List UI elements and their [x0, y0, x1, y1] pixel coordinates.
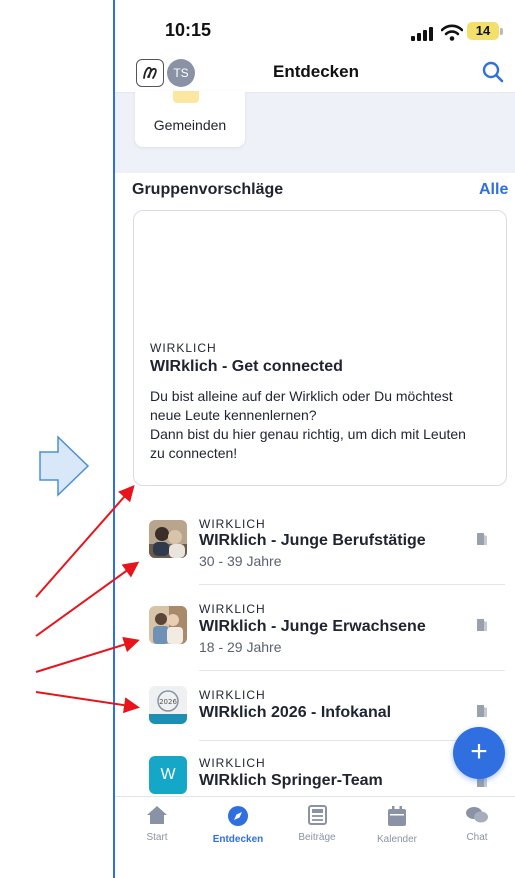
status-bar: 10:15 14 [115, 0, 515, 56]
chat-icon [466, 807, 488, 823]
group-org: WIRKLICH [199, 756, 266, 770]
divider [199, 584, 505, 585]
tab-start[interactable]: Start [117, 805, 197, 843]
block-arrow-icon [39, 435, 90, 497]
group-name: WIRklich 2026 - Infokanal [199, 704, 392, 721]
group-thumbnail [149, 520, 187, 558]
tab-kalender[interactable]: Kalender [357, 805, 437, 845]
tab-entdecken[interactable]: Entdecken [198, 805, 278, 845]
bottom-tab-bar: Start Entdecken Beiträge Kalender Chat [115, 796, 515, 855]
section-title: Gruppenvorschläge [132, 181, 284, 198]
group-org: WIRKLICH [199, 602, 266, 616]
featured-group-card[interactable]: WIRKLICH WIRklich - Get connected Du bis… [133, 210, 507, 486]
group-row-infokanal[interactable]: 2026 WIRKLICH WIRklich 2026 - Infokanal [133, 678, 505, 746]
group-name: WIRklich - Junge Berufstätige [199, 532, 426, 549]
door-icon [477, 619, 487, 631]
featured-title: WIRklich - Get connected [150, 358, 343, 375]
phone-screen: 10:15 14 TS Entdecken Gemeinden Gruppenv… [113, 0, 515, 878]
status-time: 10:15 [165, 20, 212, 40]
description-line: neue Leute kennenlernen? [150, 407, 317, 423]
tab-chat[interactable]: Chat [437, 805, 515, 843]
group-thumbnail: W [149, 756, 187, 794]
newspaper-icon [308, 805, 327, 825]
group-thumbnail: 2026 [149, 686, 187, 724]
calendar-icon [388, 806, 406, 826]
battery-indicator: 14 [467, 22, 499, 40]
tab-label: Start [146, 832, 168, 843]
battery-tip [500, 28, 503, 35]
group-row-junge-berufstaetige[interactable]: WIRKLICH WIRklich - Junge Berufstätige 3… [133, 508, 505, 576]
door-icon [477, 705, 487, 717]
group-org: WIRKLICH [199, 517, 266, 531]
building-icon [173, 91, 199, 103]
group-name: WIRklich Springer-Team [199, 772, 383, 789]
tab-label: Kalender [376, 834, 418, 845]
wifi-icon [441, 24, 463, 41]
tab-label: Chat [466, 832, 488, 843]
categories-strip: Gemeinden [115, 91, 515, 173]
group-letter: W [160, 766, 176, 783]
group-subtitle: 18 - 29 Jahre [199, 639, 282, 655]
featured-description: Du bist alleine auf der Wirklich oder Du… [150, 387, 495, 463]
group-thumbnail [149, 606, 187, 644]
divider [199, 670, 505, 671]
category-card-gemeinden[interactable]: Gemeinden [135, 91, 245, 147]
featured-org: WIRKLICH [150, 341, 217, 355]
app-header: TS Entdecken [115, 56, 515, 93]
plus-icon: + [470, 735, 488, 768]
show-all-link[interactable]: Alle [479, 181, 508, 199]
category-label: Gemeinden [153, 117, 227, 133]
signal-icon [411, 27, 433, 41]
description-line: Du bist alleine auf der Wirklich oder Du… [150, 388, 453, 404]
group-row-junge-erwachsene[interactable]: WIRKLICH WIRklich - Junge Erwachsene 18 … [133, 592, 505, 660]
group-name: WIRklich - Junge Erwachsene [199, 618, 426, 635]
group-org: WIRKLICH [199, 688, 266, 702]
tab-label: Beiträge [298, 832, 336, 843]
home-icon [147, 806, 167, 824]
battery-level: 14 [475, 23, 491, 38]
tab-label: Entdecken [212, 834, 264, 845]
create-fab-button[interactable]: + [453, 727, 505, 779]
group-subtitle: 30 - 39 Jahre [199, 553, 282, 569]
description-line: Dann bist du hier genau richtig, um dich… [150, 426, 466, 442]
tab-beitraege[interactable]: Beiträge [277, 805, 357, 843]
compass-icon [228, 806, 248, 826]
page-title: Entdecken [273, 62, 359, 81]
search-icon[interactable] [481, 60, 505, 84]
svg-text:2026: 2026 [159, 698, 177, 706]
door-icon [477, 533, 487, 545]
description-line: zu connecten! [150, 445, 238, 461]
